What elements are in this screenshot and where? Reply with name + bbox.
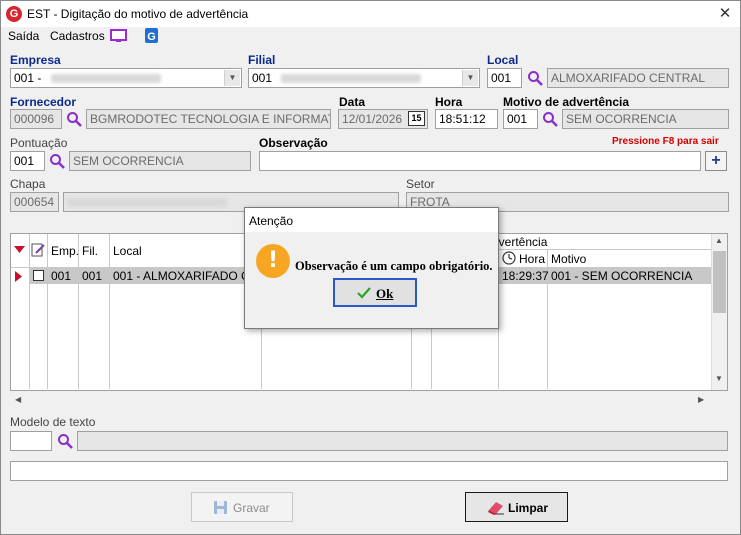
col-motivo[interactable]: Motivo bbox=[551, 252, 586, 266]
filial-value: 001 bbox=[252, 71, 273, 85]
ok-label: Ok bbox=[376, 286, 394, 301]
motivo-description: SEM OCORRENCIA bbox=[562, 109, 729, 129]
clock-icon bbox=[502, 251, 516, 265]
dialog-title: Atenção bbox=[249, 214, 294, 228]
checkmark-icon bbox=[357, 287, 371, 299]
calendar-icon[interactable]: 15 bbox=[408, 111, 425, 126]
monitor-icon[interactable] bbox=[110, 28, 128, 44]
scroll-up-icon[interactable]: ▲ bbox=[715, 236, 723, 245]
observacao-label: Observação bbox=[259, 136, 328, 150]
chapa-label: Chapa bbox=[10, 177, 46, 191]
title-bar: G EST - Digitação do motivo de advertênc… bbox=[1, 1, 740, 27]
local-code-input[interactable]: 001 bbox=[487, 68, 522, 88]
modelo-texto-description bbox=[77, 431, 728, 451]
sort-down-icon[interactable] bbox=[14, 246, 26, 254]
motivo-code-input[interactable]: 001 bbox=[503, 109, 538, 129]
fornecedor-label: Fornecedor bbox=[10, 95, 77, 109]
add-observacao-button[interactable]: + bbox=[705, 151, 727, 171]
save-icon bbox=[214, 501, 227, 514]
col-local[interactable]: Local bbox=[113, 244, 142, 258]
search-icon[interactable] bbox=[57, 433, 73, 449]
search-icon[interactable] bbox=[542, 111, 558, 127]
search-icon[interactable] bbox=[527, 70, 543, 86]
col-fil[interactable]: Fil. bbox=[82, 244, 98, 258]
svg-text:G: G bbox=[147, 31, 156, 43]
atencao-dialog: Atenção ! Observação é um campo obrigató… bbox=[244, 207, 499, 329]
pontuacao-code-input[interactable]: 001 bbox=[10, 151, 45, 171]
empresa-combo[interactable]: 001 - ▼ bbox=[10, 68, 242, 88]
modelo-texto-content[interactable] bbox=[10, 461, 728, 481]
observacao-input[interactable] bbox=[259, 151, 701, 171]
modelo-texto-label: Modelo de texto bbox=[10, 415, 96, 429]
search-icon[interactable] bbox=[49, 153, 65, 169]
scroll-down-icon[interactable]: ▼ bbox=[715, 374, 723, 383]
limpar-button[interactable]: Limpar bbox=[465, 492, 568, 522]
scroll-thumb[interactable] bbox=[713, 251, 726, 313]
scroll-left-icon[interactable]: ◀ bbox=[15, 395, 21, 404]
main-window: G EST - Digitação do motivo de advertênc… bbox=[0, 0, 741, 535]
menu-saida[interactable]: Saída bbox=[8, 29, 39, 43]
window-title: EST - Digitação do motivo de advertência bbox=[27, 7, 249, 21]
empresa-value: 001 - bbox=[14, 71, 42, 85]
scroll-right-icon[interactable]: ▶ bbox=[698, 395, 704, 404]
gravar-button[interactable]: Gravar bbox=[191, 492, 293, 522]
cell-fil: 001 bbox=[82, 269, 103, 283]
eraser-icon bbox=[488, 502, 504, 515]
row-indicator-icon bbox=[15, 271, 22, 282]
motivo-label: Motivo de advertência bbox=[503, 95, 630, 109]
search-icon[interactable] bbox=[66, 111, 82, 127]
setor-label: Setor bbox=[406, 177, 435, 191]
fornecedor-description: BGMRODOTEC TECNOLOGIA E INFORMATICA S bbox=[86, 109, 331, 129]
f8-hint: Pressione F8 para sair bbox=[612, 136, 719, 147]
app-g-icon[interactable]: G bbox=[144, 27, 160, 44]
pontuacao-description: SEM OCORRENCIA bbox=[69, 151, 251, 171]
horizontal-scrollbar[interactable]: ◀ ▶ bbox=[11, 392, 711, 408]
close-icon[interactable]: ✕ bbox=[713, 3, 737, 25]
local-label: Local bbox=[487, 53, 519, 67]
hora-input[interactable]: 18:51:12 bbox=[435, 109, 498, 129]
fornecedor-code-input[interactable]: 000096 bbox=[10, 109, 62, 129]
ok-button[interactable]: Ok bbox=[333, 278, 417, 307]
chevron-down-icon[interactable]: ▼ bbox=[462, 70, 478, 86]
cell-emp: 001 bbox=[51, 269, 72, 283]
edit-page-icon bbox=[31, 243, 45, 257]
dialog-message: Observação é um campo obrigatório. bbox=[295, 259, 493, 273]
menu-cadastros[interactable]: Cadastros bbox=[50, 29, 105, 43]
cell-hora: 18:29:37 bbox=[502, 269, 549, 283]
dialog-title-bar: Atenção bbox=[245, 208, 498, 232]
data-label: Data bbox=[339, 95, 366, 109]
gravar-label: Gravar bbox=[233, 501, 270, 515]
data-value: 12/01/2026 bbox=[342, 112, 403, 126]
vertical-scrollbar[interactable]: ▲ ▼ bbox=[711, 234, 727, 390]
col-hora[interactable]: Hora bbox=[519, 252, 545, 266]
filial-combo[interactable]: 001 ▼ bbox=[248, 68, 480, 88]
hora-label: Hora bbox=[435, 95, 463, 109]
app-logo-icon: G bbox=[6, 6, 22, 22]
warning-icon: ! bbox=[256, 244, 290, 278]
local-description: ALMOXARIFADO CENTRAL bbox=[547, 68, 729, 88]
empresa-label: Empresa bbox=[10, 53, 61, 67]
row-checkbox[interactable] bbox=[33, 270, 44, 281]
filial-label: Filial bbox=[248, 53, 276, 67]
chevron-down-icon[interactable]: ▼ bbox=[224, 70, 240, 86]
pontuacao-label: Pontuação bbox=[10, 136, 68, 150]
chapa-code-input[interactable]: 000654 bbox=[10, 192, 59, 212]
cell-motivo: 001 - SEM OCORRENCIA bbox=[551, 269, 693, 283]
modelo-texto-code-input[interactable] bbox=[10, 431, 52, 451]
limpar-label: Limpar bbox=[508, 501, 549, 515]
col-emp[interactable]: Emp. bbox=[51, 244, 79, 258]
